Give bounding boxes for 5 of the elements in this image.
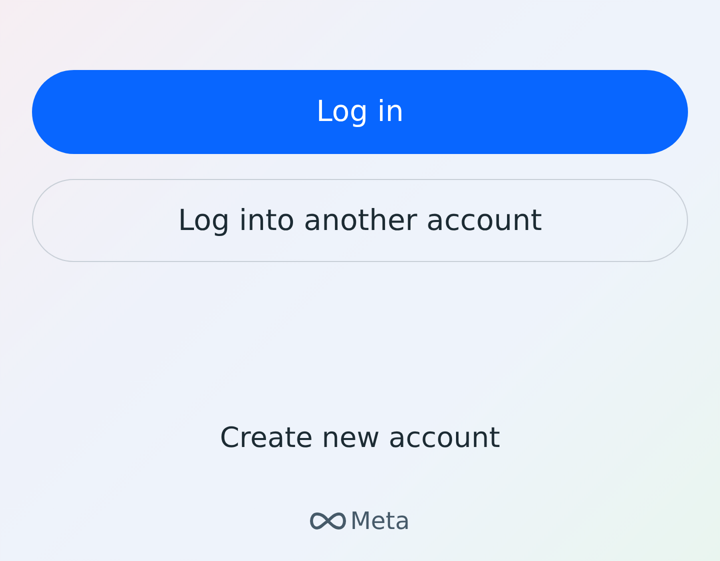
- login-button[interactable]: Log in: [32, 70, 688, 154]
- another-account-button[interactable]: Log into another account: [32, 179, 688, 262]
- brand-name: Meta: [350, 506, 410, 537]
- create-account-link[interactable]: Create new account: [220, 417, 500, 459]
- infinity-logo-icon: [310, 512, 346, 530]
